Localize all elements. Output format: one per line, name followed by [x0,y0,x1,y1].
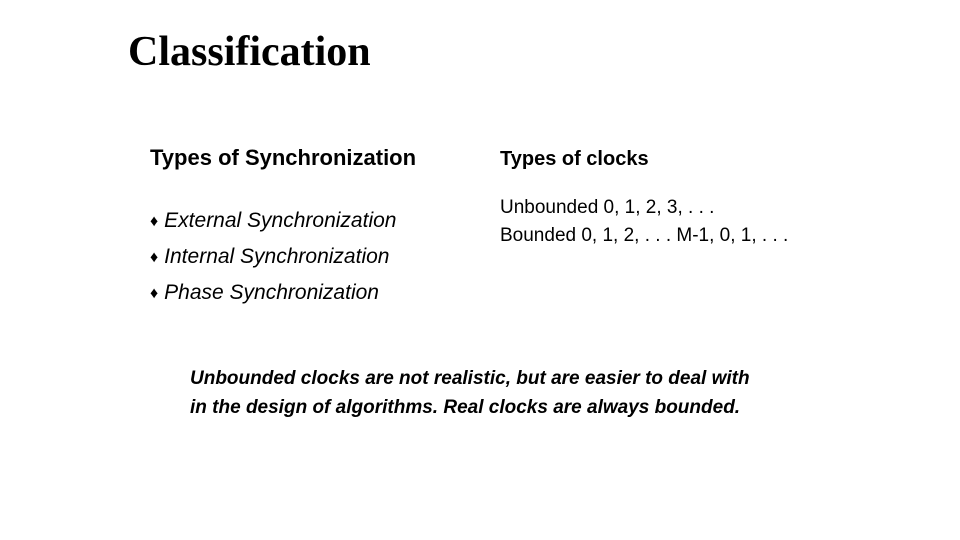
clock-types-heading: Types of clocks [500,148,900,171]
clock-line-unbounded: Unbounded 0, 1, 2, 3, . . . [500,197,900,219]
list-item-label: Internal Synchronization [164,245,389,269]
footer-note: Unbounded clocks are not realistic, but … [190,365,750,422]
list-item: ♦ External Synchronization [150,209,470,235]
list-item-label: Phase Synchronization [164,281,379,305]
diamond-icon: ♦ [150,245,158,271]
list-item-label: External Synchronization [164,209,396,233]
clock-line-bounded: Bounded 0, 1, 2, . . . M-1, 0, 1, . . . [500,225,900,247]
list-item: ♦ Internal Synchronization [150,245,470,271]
left-column: Types of Synchronization ♦ External Sync… [150,145,470,317]
diamond-icon: ♦ [150,281,158,307]
sync-types-heading: Types of Synchronization [150,145,470,171]
list-item: ♦ Phase Synchronization [150,281,470,307]
right-column: Types of clocks Unbounded 0, 1, 2, 3, . … [500,148,900,253]
slide-title: Classification [128,28,371,76]
diamond-icon: ♦ [150,209,158,235]
